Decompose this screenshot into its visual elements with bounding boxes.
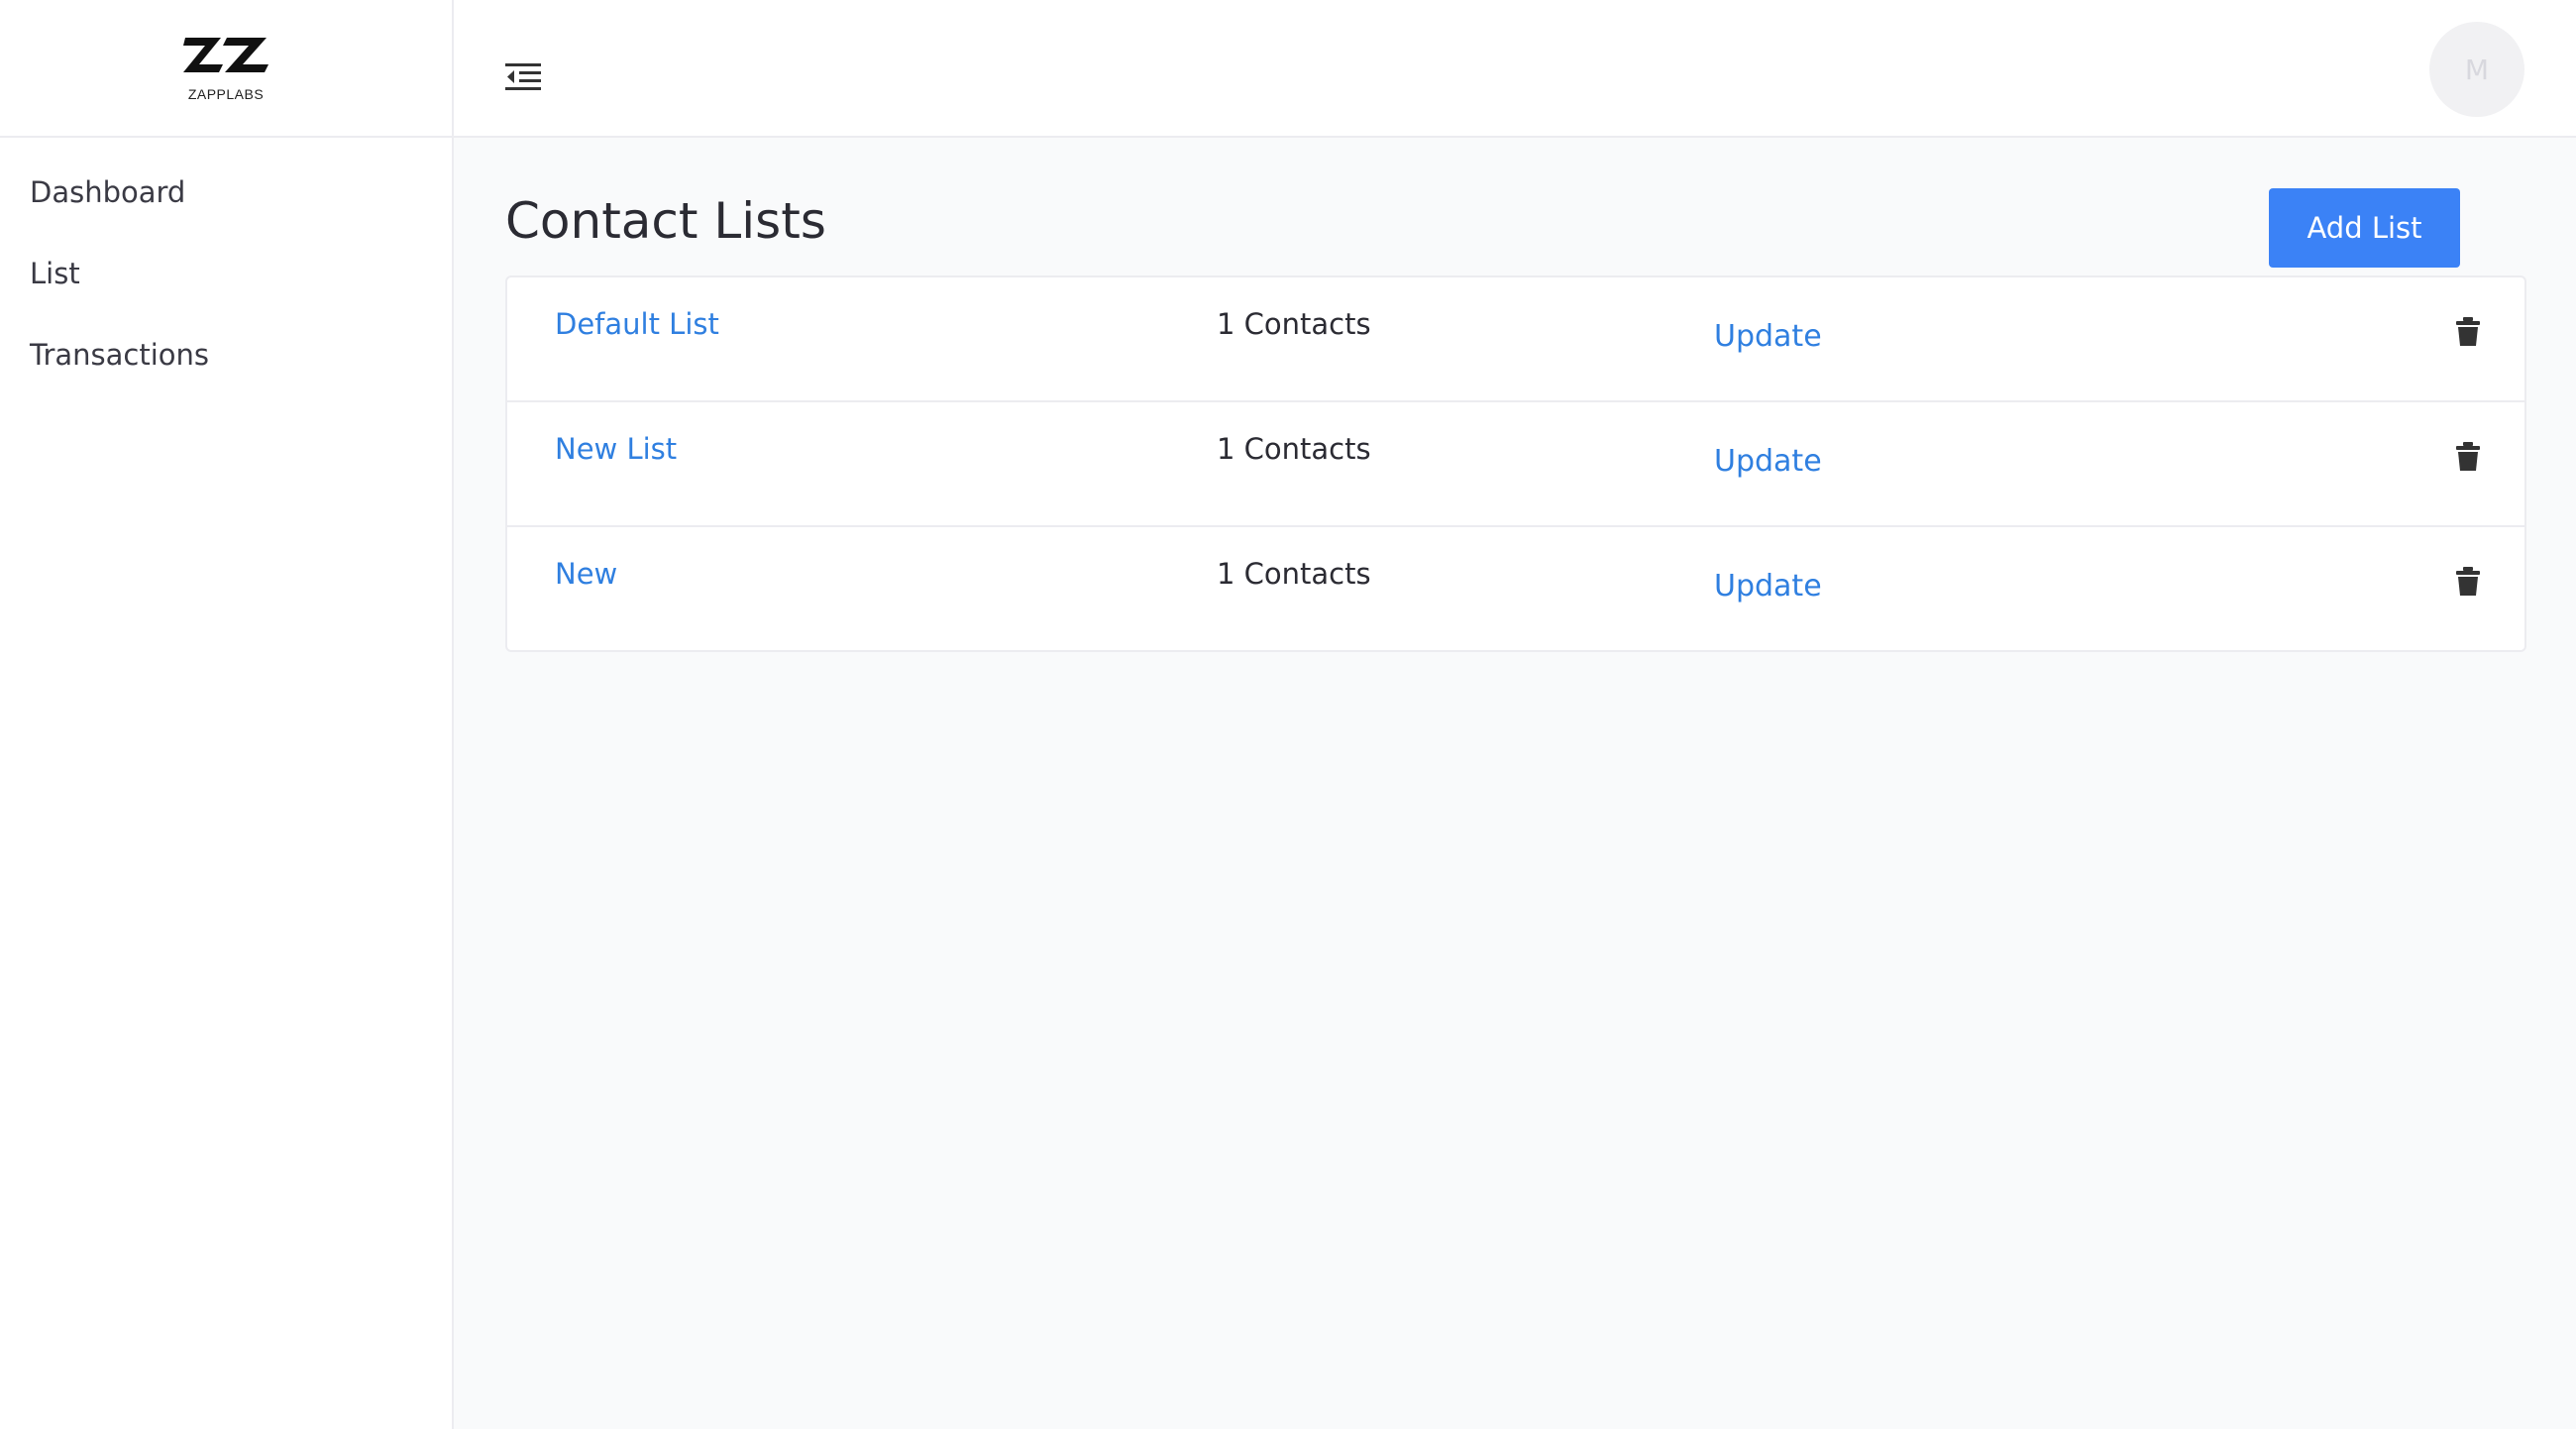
update-link[interactable]: Update <box>1714 319 1822 354</box>
trash-icon[interactable] <box>2455 442 2481 472</box>
contact-count: 1 Contacts <box>1217 307 1371 341</box>
list-name-link[interactable]: Default List <box>555 307 719 341</box>
update-link[interactable]: Update <box>1714 569 1822 604</box>
logo-text: ZAPPLABS <box>187 85 265 102</box>
list-row: Default List 1 Contacts Update <box>507 277 2524 402</box>
sidebar-item-dashboard[interactable]: Dashboard <box>0 152 452 233</box>
page-title: Contact Lists <box>505 192 826 250</box>
top-bar: M <box>454 0 2576 138</box>
sidebar-item-list[interactable]: List <box>0 233 452 314</box>
trash-icon[interactable] <box>2455 317 2481 347</box>
list-row: New List 1 Contacts Update <box>507 402 2524 527</box>
list-row: New 1 Contacts Update <box>507 527 2524 652</box>
list-name-link[interactable]: New <box>555 557 617 591</box>
contact-count: 1 Contacts <box>1217 432 1371 466</box>
zapplabs-logo-icon <box>183 37 268 72</box>
contact-count: 1 Contacts <box>1217 557 1371 591</box>
brand-logo[interactable]: ZAPPLABS <box>0 0 452 138</box>
user-avatar[interactable]: M <box>2429 22 2524 117</box>
menu-collapse-icon[interactable] <box>503 57 543 97</box>
app-root: ZAPPLABS Dashboard List Transactions M C… <box>0 0 2576 1429</box>
list-name-link[interactable]: New List <box>555 432 677 466</box>
sidebar: ZAPPLABS Dashboard List Transactions <box>0 0 454 1429</box>
add-list-button[interactable]: Add List <box>2269 188 2460 268</box>
trash-icon[interactable] <box>2455 567 2481 597</box>
update-link[interactable]: Update <box>1714 444 1822 479</box>
contact-lists-table: Default List 1 Contacts Update New List … <box>505 275 2526 652</box>
sidebar-item-transactions[interactable]: Transactions <box>0 314 452 395</box>
sidebar-nav: Dashboard List Transactions <box>0 138 452 395</box>
